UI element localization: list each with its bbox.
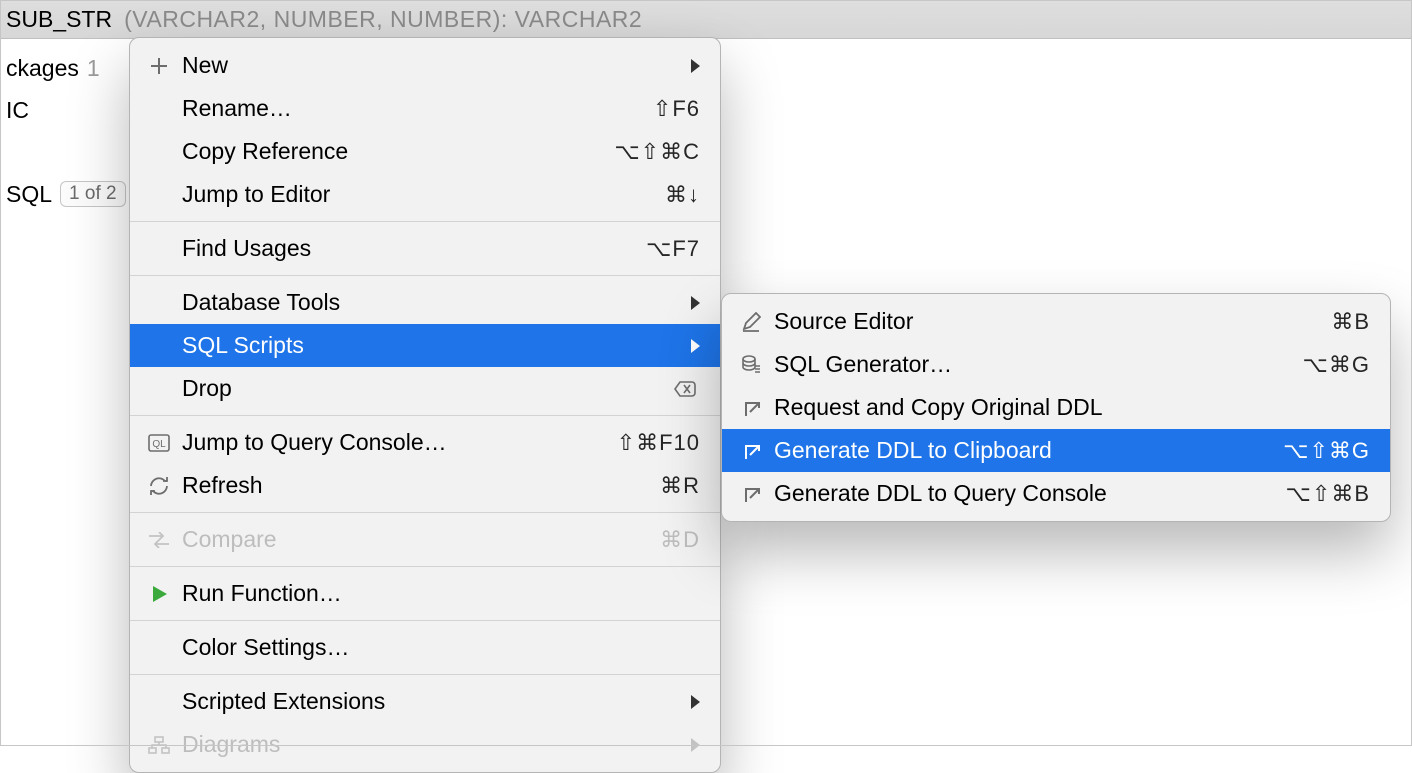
menu-shortcut: ⌘B <box>1331 309 1370 335</box>
side-panel: ckages 1 IC SQL 1 of 2 <box>0 39 130 223</box>
submenu-item-request-copy-ddl[interactable]: Request and Copy Original DDL <box>722 386 1390 429</box>
delete-icon <box>670 380 700 398</box>
sidebar-item-ic[interactable]: IC <box>6 89 124 131</box>
menu-separator <box>130 566 720 567</box>
menu-item-compare: Compare ⌘D <box>130 518 720 561</box>
menu-item-run-function[interactable]: Run Function… <box>130 572 720 615</box>
menu-item-new[interactable]: New <box>130 44 720 87</box>
database-icon <box>736 355 766 375</box>
edit-icon <box>736 312 766 332</box>
menu-label: Find Usages <box>182 235 311 262</box>
diagram-icon <box>144 736 174 754</box>
menu-separator <box>130 275 720 276</box>
menu-label: Refresh <box>182 472 263 499</box>
menu-item-diagrams: Diagrams <box>130 723 720 766</box>
export-icon <box>736 399 766 417</box>
compare-icon <box>144 532 174 548</box>
menu-shortcut: ⌥F7 <box>646 236 700 262</box>
menu-shortcut: ⇧F6 <box>653 96 700 122</box>
menu-shortcut: ⌘↓ <box>665 182 700 208</box>
result-count-badge: 1 of 2 <box>60 181 126 207</box>
menu-shortcut: ⌘R <box>660 473 700 499</box>
menu-item-drop[interactable]: Drop <box>130 367 720 410</box>
console-icon: QL <box>144 434 174 452</box>
menu-label: Scripted Extensions <box>182 688 385 715</box>
submenu-item-source-editor[interactable]: Source Editor ⌘B <box>722 300 1390 343</box>
menu-label: Drop <box>182 375 232 402</box>
menu-shortcut: ⌥⇧⌘B <box>1286 481 1370 507</box>
menu-label: Jump to Editor <box>182 181 330 208</box>
submenu-item-sql-generator[interactable]: SQL Generator… ⌥⌘G <box>722 343 1390 386</box>
menu-label: Source Editor <box>774 308 913 335</box>
header-signature: (VARCHAR2, NUMBER, NUMBER): VARCHAR2 <box>124 6 642 33</box>
menu-label: Rename… <box>182 95 292 122</box>
menu-label: Run Function… <box>182 580 342 607</box>
chevron-right-icon <box>691 339 700 353</box>
context-menu: New Rename… ⇧F6 Copy Reference ⌥⇧⌘C Jump… <box>129 37 721 773</box>
menu-item-sql-scripts[interactable]: SQL Scripts <box>130 324 720 367</box>
menu-label: Copy Reference <box>182 138 348 165</box>
menu-label: Jump to Query Console… <box>182 429 447 456</box>
menu-item-color-settings[interactable]: Color Settings… <box>130 626 720 669</box>
chevron-right-icon <box>691 296 700 310</box>
menu-item-jump-to-editor[interactable]: Jump to Editor ⌘↓ <box>130 173 720 216</box>
submenu-item-generate-ddl-clipboard[interactable]: Generate DDL to Clipboard ⌥⇧⌘G <box>722 429 1390 472</box>
menu-label: SQL Generator… <box>774 351 952 378</box>
menu-label: Compare <box>182 526 277 553</box>
menu-label: Database Tools <box>182 289 340 316</box>
menu-label: Generate DDL to Query Console <box>774 480 1107 507</box>
chevron-right-icon <box>691 59 700 73</box>
menu-label: Diagrams <box>182 731 280 758</box>
play-icon <box>144 585 174 603</box>
menu-label: New <box>182 52 228 79</box>
chevron-right-icon <box>691 695 700 709</box>
menu-shortcut: ⌥⌘G <box>1303 352 1370 378</box>
sidebar-item-sql[interactable]: SQL 1 of 2 <box>6 173 124 215</box>
menu-item-jump-query-console[interactable]: QL Jump to Query Console… ⇧⌘F10 <box>130 421 720 464</box>
menu-label: Generate DDL to Clipboard <box>774 437 1052 464</box>
menu-separator <box>130 620 720 621</box>
menu-item-copy-reference[interactable]: Copy Reference ⌥⇧⌘C <box>130 130 720 173</box>
menu-separator <box>130 674 720 675</box>
menu-item-find-usages[interactable]: Find Usages ⌥F7 <box>130 227 720 270</box>
submenu-item-generate-ddl-query-console[interactable]: Generate DDL to Query Console ⌥⇧⌘B <box>722 472 1390 515</box>
menu-shortcut: ⇧⌘F10 <box>617 430 700 456</box>
sidebar-item-packages[interactable]: ckages 1 <box>6 47 124 89</box>
menu-item-database-tools[interactable]: Database Tools <box>130 281 720 324</box>
menu-shortcut: ⌘D <box>660 527 700 553</box>
header-title: SUB_STR <box>6 6 112 33</box>
sql-scripts-submenu: Source Editor ⌘B SQL Generator… ⌥⌘G Requ… <box>721 293 1391 522</box>
refresh-icon <box>144 476 174 496</box>
menu-item-scripted-extensions[interactable]: Scripted Extensions <box>130 680 720 723</box>
menu-label: Request and Copy Original DDL <box>774 394 1103 421</box>
export-icon <box>736 442 766 460</box>
menu-label: SQL Scripts <box>182 332 304 359</box>
menu-label: Color Settings… <box>182 634 349 661</box>
chevron-right-icon <box>691 738 700 752</box>
menu-item-refresh[interactable]: Refresh ⌘R <box>130 464 720 507</box>
menu-shortcut: ⌥⇧⌘C <box>614 139 700 165</box>
sidebar-count: 1 <box>87 55 100 82</box>
export-icon <box>736 485 766 503</box>
plus-icon <box>144 56 174 76</box>
sidebar-label: IC <box>6 97 29 124</box>
menu-separator <box>130 415 720 416</box>
menu-separator <box>130 221 720 222</box>
menu-item-rename[interactable]: Rename… ⇧F6 <box>130 87 720 130</box>
menu-shortcut: ⌥⇧⌘G <box>1283 438 1370 464</box>
menu-separator <box>130 512 720 513</box>
svg-text:QL: QL <box>152 439 166 450</box>
header-bar: SUB_STR (VARCHAR2, NUMBER, NUMBER): VARC… <box>0 0 1412 39</box>
sidebar-label: SQL <box>6 181 52 208</box>
sidebar-label: ckages <box>6 55 79 82</box>
